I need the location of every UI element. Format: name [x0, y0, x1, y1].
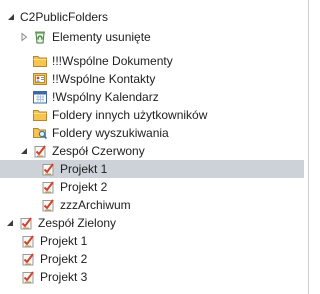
folder-icon — [32, 53, 48, 69]
folder-icon — [32, 107, 48, 123]
task-folder-icon — [20, 233, 36, 249]
tree-group-green-team[interactable]: Zespół Zielony — [0, 214, 304, 232]
recycle-bin-icon — [32, 29, 48, 45]
collapse-arrow-icon[interactable] — [4, 217, 16, 229]
tree-group-label: Zespół Czerwony — [52, 144, 145, 158]
tree-item-shared-contacts[interactable]: !!Wspólne Kontakty — [0, 70, 304, 88]
task-folder-icon — [18, 215, 34, 231]
tree-item-shared-documents[interactable]: !!!Wspólne Dokumenty — [0, 52, 304, 70]
tree-item-red-projekt-1[interactable]: Projekt 1 — [0, 160, 304, 178]
tree-item-label: !Wspólny Kalendarz — [52, 90, 159, 104]
tree-item-label: !!Wspólne Kontakty — [52, 72, 156, 86]
tree-item-label: Projekt 2 — [60, 180, 108, 194]
tree-item-label: Foldery innych użytkowników — [52, 108, 208, 122]
tree-item-label: zzzArchiwum — [60, 198, 131, 212]
collapse-arrow-icon[interactable] — [5, 11, 17, 23]
tree-item-label: Projekt 2 — [40, 252, 88, 266]
tree-item-label: Elementy usunięte — [52, 30, 151, 44]
contacts-folder-icon — [32, 71, 48, 87]
tree-root-c2publicfolders[interactable]: C2PublicFolders — [0, 8, 304, 26]
root-label: C2PublicFolders — [20, 10, 109, 24]
collapse-arrow-icon[interactable] — [18, 145, 30, 157]
tree-item-label: Foldery wyszukiwania — [52, 126, 169, 140]
tree-group-red-team[interactable]: Zespół Czerwony — [0, 142, 304, 160]
task-folder-icon — [40, 179, 56, 195]
folder-pane: C2PublicFolders Elementy usunięte !!!Wsp… — [0, 0, 309, 294]
task-folder-icon — [40, 161, 56, 177]
tree-item-label: Projekt 1 — [60, 162, 108, 176]
tree-item-deleted-items[interactable]: Elementy usunięte — [0, 28, 304, 46]
calendar-folder-icon — [32, 89, 48, 105]
task-folder-icon — [32, 143, 48, 159]
expand-arrow-icon[interactable] — [18, 31, 30, 43]
tree-item-label: Projekt 1 — [40, 234, 88, 248]
task-folder-icon — [20, 269, 36, 285]
tree-item-label: Projekt 3 — [40, 270, 88, 284]
search-folder-icon — [32, 125, 48, 141]
tree-item-search-folders[interactable]: Foldery wyszukiwania — [0, 124, 304, 142]
tree-item-red-projekt-2[interactable]: Projekt 2 — [0, 178, 304, 196]
tree-item-green-projekt-1[interactable]: Projekt 1 — [0, 232, 304, 250]
tree-item-red-zzzarchiwum[interactable]: zzzArchiwum — [0, 196, 304, 214]
tree-item-label: !!!Wspólne Dokumenty — [52, 54, 173, 68]
tree-group-label: Zespół Zielony — [38, 216, 117, 230]
tree-item-green-projekt-3[interactable]: Projekt 3 — [0, 268, 304, 286]
tree-item-shared-calendar[interactable]: !Wspólny Kalendarz — [0, 88, 304, 106]
task-folder-icon — [40, 197, 56, 213]
tree-item-green-projekt-2[interactable]: Projekt 2 — [0, 250, 304, 268]
tree-item-other-users-folders[interactable]: Foldery innych użytkowników — [0, 106, 304, 124]
task-folder-icon — [20, 251, 36, 267]
